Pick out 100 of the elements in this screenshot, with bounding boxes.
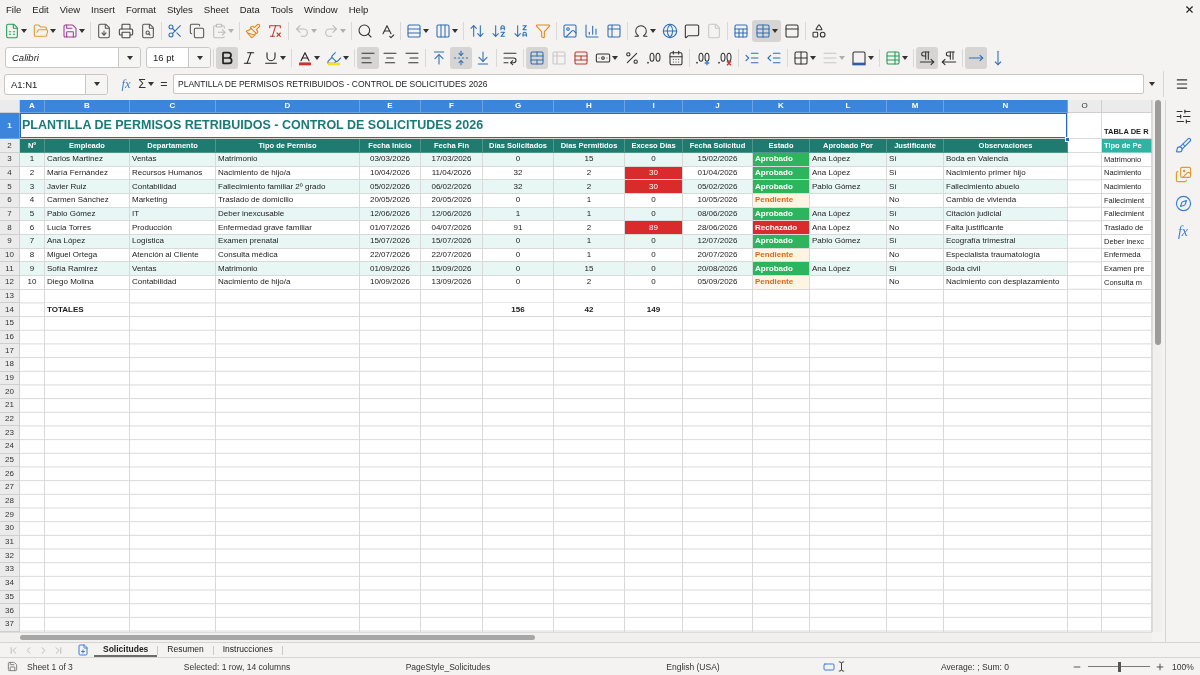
add-sheet-button[interactable]: [76, 643, 90, 657]
column-header[interactable]: D: [216, 100, 360, 113]
column-header[interactable]: B: [45, 100, 130, 113]
font-size-combobox[interactable]: 16 pt: [146, 47, 211, 68]
table-cell: Fallecimiento familiar 2º grado: [216, 180, 360, 194]
column-header[interactable]: I: [625, 100, 683, 113]
selection-mode-button[interactable]: [823, 659, 847, 674]
row-header[interactable]: 23: [0, 426, 20, 441]
row-header[interactable]: 20: [0, 385, 20, 400]
dropdown-button[interactable]: [85, 74, 107, 94]
dropdown-button[interactable]: [188, 48, 210, 67]
horizontal-scrollbar[interactable]: [0, 632, 1152, 642]
column-header[interactable]: K: [753, 100, 810, 113]
name-box-combobox[interactable]: A1:N1: [4, 73, 108, 95]
row-header[interactable]: 36: [0, 604, 20, 618]
vertical-scrollbar[interactable]: [1152, 100, 1162, 632]
row-header[interactable]: 6: [0, 194, 20, 208]
row-header[interactable]: 11: [0, 262, 20, 277]
undo-icon: [294, 23, 310, 39]
column-header[interactable]: O: [1068, 100, 1102, 113]
table-cell: 03/03/2026: [360, 153, 421, 167]
row-header[interactable]: 5: [0, 180, 20, 194]
menu-item[interactable]: Window: [298, 0, 344, 18]
title-cell[interactable]: PLANTILLA DE PERMISOS RETRIBUIDOS - CONTROL DE SOLICITUDES 2026: [20, 113, 1068, 139]
left-to-right-button[interactable]: [916, 46, 938, 69]
sum-button[interactable]: Σ: [135, 74, 157, 94]
table-cell: Sofía Ramirez: [45, 262, 130, 277]
menu-item[interactable]: File: [0, 0, 27, 18]
row-header[interactable]: 14: [0, 303, 20, 318]
horizontal-text-button[interactable]: [965, 46, 987, 69]
menu-item[interactable]: Insert: [85, 0, 121, 18]
row-header[interactable]: 27: [0, 481, 20, 495]
column-header[interactable]: J: [683, 100, 753, 113]
slider-thumb[interactable]: [1117, 661, 1121, 672]
bold-button[interactable]: [216, 46, 238, 69]
functions-button[interactable]: fx: [1171, 221, 1195, 243]
column-header[interactable]: L: [810, 100, 887, 113]
column-header[interactable]: M: [887, 100, 944, 113]
row-header[interactable]: 1: [0, 113, 20, 139]
table-cell: Matrimonio: [216, 262, 360, 277]
row-header[interactable]: 8: [0, 221, 20, 236]
menu-item[interactable]: Edit: [26, 0, 55, 18]
row-header[interactable]: 26: [0, 467, 20, 482]
column-header[interactable]: H: [554, 100, 625, 113]
row-header[interactable]: 9: [0, 235, 20, 249]
column-header[interactable]: E: [360, 100, 421, 113]
status-text: Selected: 1 row, 14 columns: [183, 661, 291, 672]
table-cell: 17/03/2026: [421, 153, 483, 167]
row-header[interactable]: 12: [0, 276, 20, 290]
fill-handle[interactable]: [1065, 137, 1070, 142]
menu-item[interactable]: Help: [343, 0, 374, 18]
align-left-button[interactable]: [357, 46, 379, 69]
sheet-tab[interactable]: Resumen: [158, 643, 213, 657]
status-cell: Aprobado: [753, 235, 810, 249]
row-header[interactable]: 21: [0, 399, 20, 413]
row-header[interactable]: 29: [0, 508, 20, 523]
row-header[interactable]: 33: [0, 563, 20, 577]
row-header[interactable]: 18: [0, 358, 20, 372]
formula-button[interactable]: =: [157, 74, 171, 94]
freeze-button[interactable]: [752, 20, 781, 42]
table-cell: 30: [625, 180, 683, 194]
formula-input-field[interactable]: PLANTILLA DE PERMISOS RETRIBUIDOS - CONTROL DE SOLICITUDES 2026: [173, 74, 1144, 94]
font-name-combobox[interactable]: Calibri: [5, 47, 141, 68]
sheet-tab[interactable]: Solicitudes: [94, 643, 158, 657]
function-wizard-button[interactable]: fx: [117, 74, 135, 94]
scrollbar-thumb[interactable]: [1154, 100, 1161, 345]
column-header[interactable]: N: [944, 100, 1068, 113]
table-cell: 4: [20, 194, 45, 208]
column-header[interactable]: G: [483, 100, 554, 113]
status-cell: Pendiente: [753, 276, 810, 290]
table-cell: 2: [554, 276, 625, 290]
menu-item[interactable]: View: [54, 0, 86, 18]
caret-icon: [902, 55, 908, 60]
dropdown-button[interactable]: [118, 48, 140, 67]
row-header[interactable]: 2: [0, 139, 20, 153]
merge-center-button[interactable]: [526, 46, 548, 69]
sheet-tab[interactable]: Instrucciones: [213, 643, 282, 657]
table-cell: Boda en Valencia: [944, 153, 1068, 167]
row-header[interactable]: 15: [0, 317, 20, 331]
row-header[interactable]: 3: [0, 153, 20, 167]
row-header[interactable]: 24: [0, 440, 20, 454]
table-cell: 01/09/2026: [360, 262, 421, 277]
menu-item[interactable]: Styles: [161, 0, 199, 18]
scrollbar-thumb[interactable]: [20, 635, 535, 640]
column-header[interactable]: A: [20, 100, 45, 113]
status-text: English (USA): [666, 661, 720, 672]
caret-icon: [79, 29, 85, 33]
menu-item[interactable]: Data: [234, 0, 266, 18]
caret-icon: [772, 29, 778, 33]
row-header[interactable]: 30: [0, 522, 20, 536]
menu-item[interactable]: Format: [120, 0, 162, 18]
row-header[interactable]: 17: [0, 344, 20, 359]
column-header[interactable]: F: [421, 100, 483, 113]
row-header[interactable]: 32: [0, 549, 20, 564]
menu-item[interactable]: Sheet: [198, 0, 235, 18]
menu-item[interactable]: Tools: [265, 0, 299, 18]
column-header[interactable]: C: [130, 100, 216, 113]
table-cell: 20/05/2026: [421, 194, 483, 208]
table-cell: 05/02/2026: [683, 180, 753, 194]
align-middle-button[interactable]: [450, 46, 472, 69]
